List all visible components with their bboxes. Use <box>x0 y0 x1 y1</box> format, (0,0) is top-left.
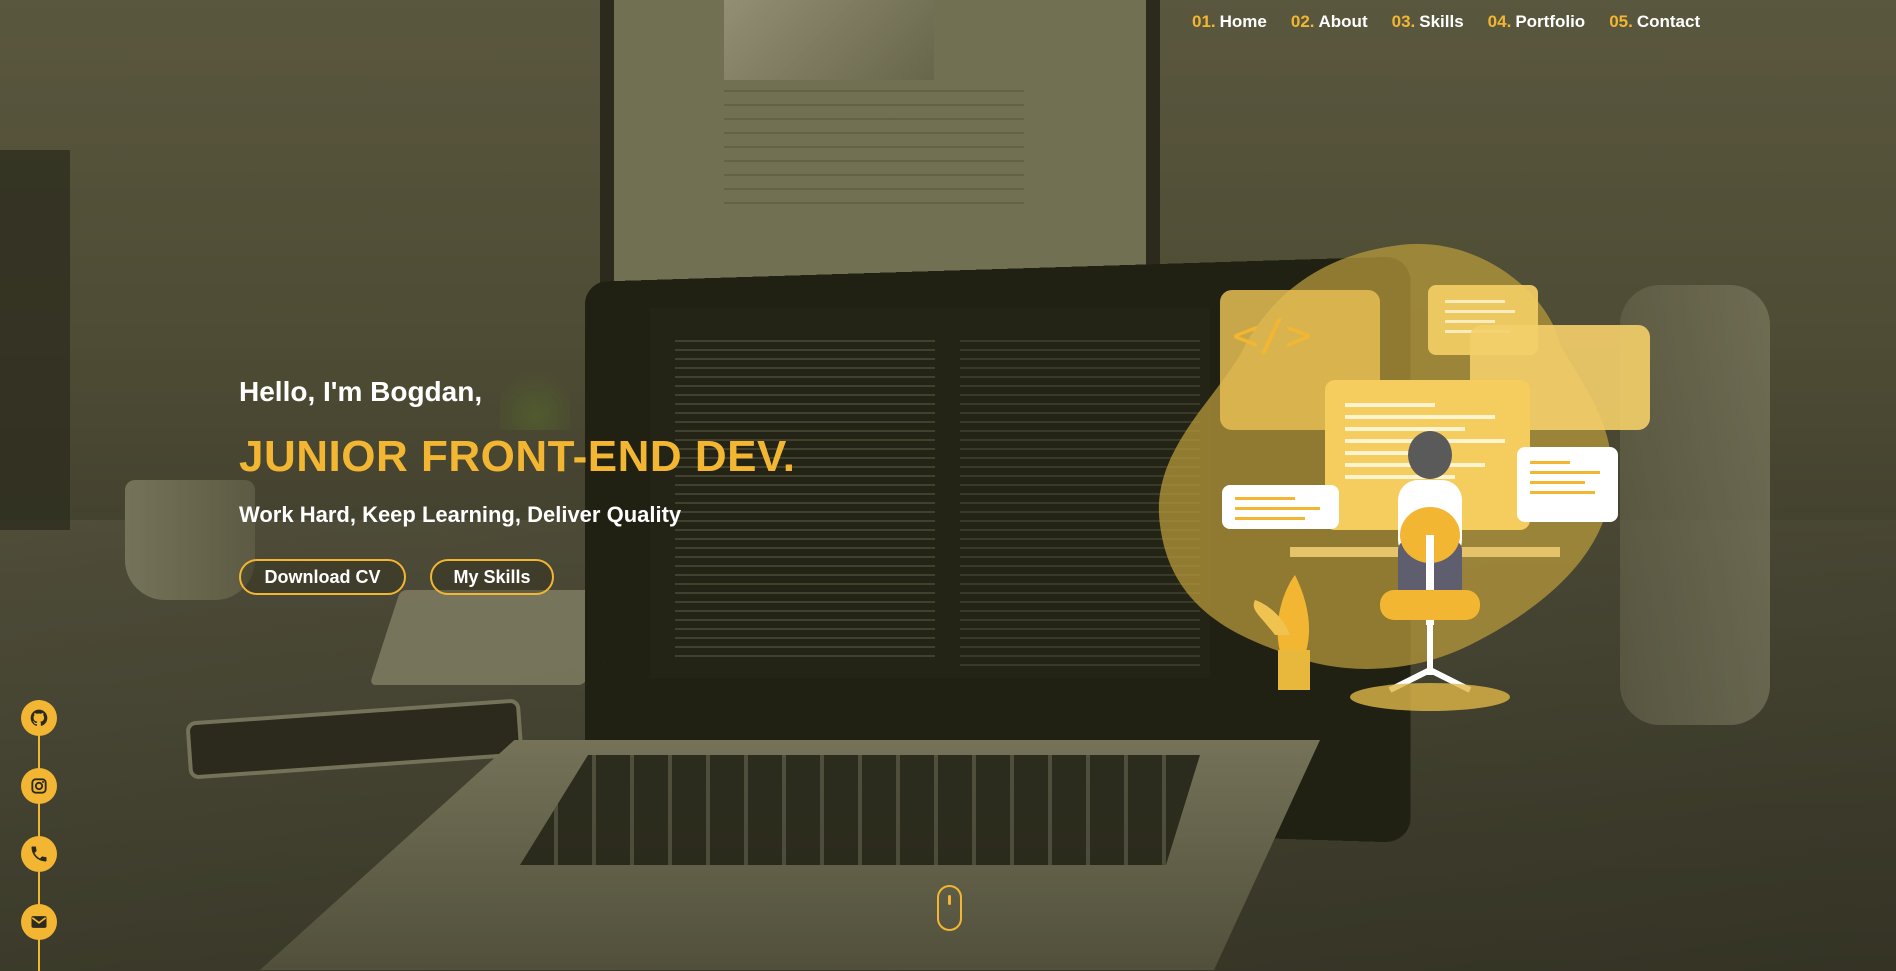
phone-icon <box>31 846 47 862</box>
github-link[interactable] <box>21 700 57 736</box>
hero-section: 01. Home 02. About 03. Skills 04. Portfo… <box>0 0 1896 971</box>
instagram-link[interactable] <box>21 768 57 804</box>
download-cv-button[interactable]: Download CV <box>239 559 406 595</box>
code-tag-text: </> <box>1232 310 1311 361</box>
hero-tagline: Work Hard, Keep Learning, Deliver Qualit… <box>239 502 682 527</box>
nav-item-number: 04. <box>1487 12 1512 31</box>
nav-item-label: Home <box>1219 12 1267 31</box>
nav-item-skills[interactable]: 03. Skills <box>1392 12 1464 32</box>
nav-item-about[interactable]: 02. About <box>1291 12 1368 32</box>
developer-illustration: </> <box>1158 243 1650 711</box>
nav-item-number: 02. <box>1290 12 1315 31</box>
phone-link[interactable] <box>21 836 57 872</box>
mouse-wheel <box>948 895 951 905</box>
my-skills-button[interactable]: My Skills <box>430 559 554 595</box>
nav-item-number: 05. <box>1609 12 1633 31</box>
nav-item-portfolio[interactable]: 04. Portfolio <box>1488 12 1586 32</box>
nav-item-label: Portfolio <box>1515 12 1586 31</box>
hero-greeting: Hello, I'm Bogdan, <box>239 376 483 407</box>
nav-item-label: Contact <box>1636 12 1701 31</box>
nav-item-contact[interactable]: 05. Contact <box>1609 12 1700 32</box>
hero-title: JUNIOR FRONT-END DEV. <box>239 432 796 481</box>
nav-item-label: About <box>1318 12 1368 31</box>
scroll-down-mouse-icon[interactable] <box>937 885 962 931</box>
nav-item-number: 03. <box>1391 12 1416 31</box>
nav-item-number: 01. <box>1192 12 1216 31</box>
email-icon <box>31 916 47 928</box>
main-nav: 01. Home 02. About 03. Skills 04. Portfo… <box>1192 12 1724 32</box>
email-link[interactable] <box>21 904 57 940</box>
nav-item-label: Skills <box>1419 12 1464 31</box>
nav-item-home[interactable]: 01. Home <box>1192 12 1267 32</box>
instagram-icon <box>31 778 47 794</box>
github-icon <box>30 709 48 726</box>
